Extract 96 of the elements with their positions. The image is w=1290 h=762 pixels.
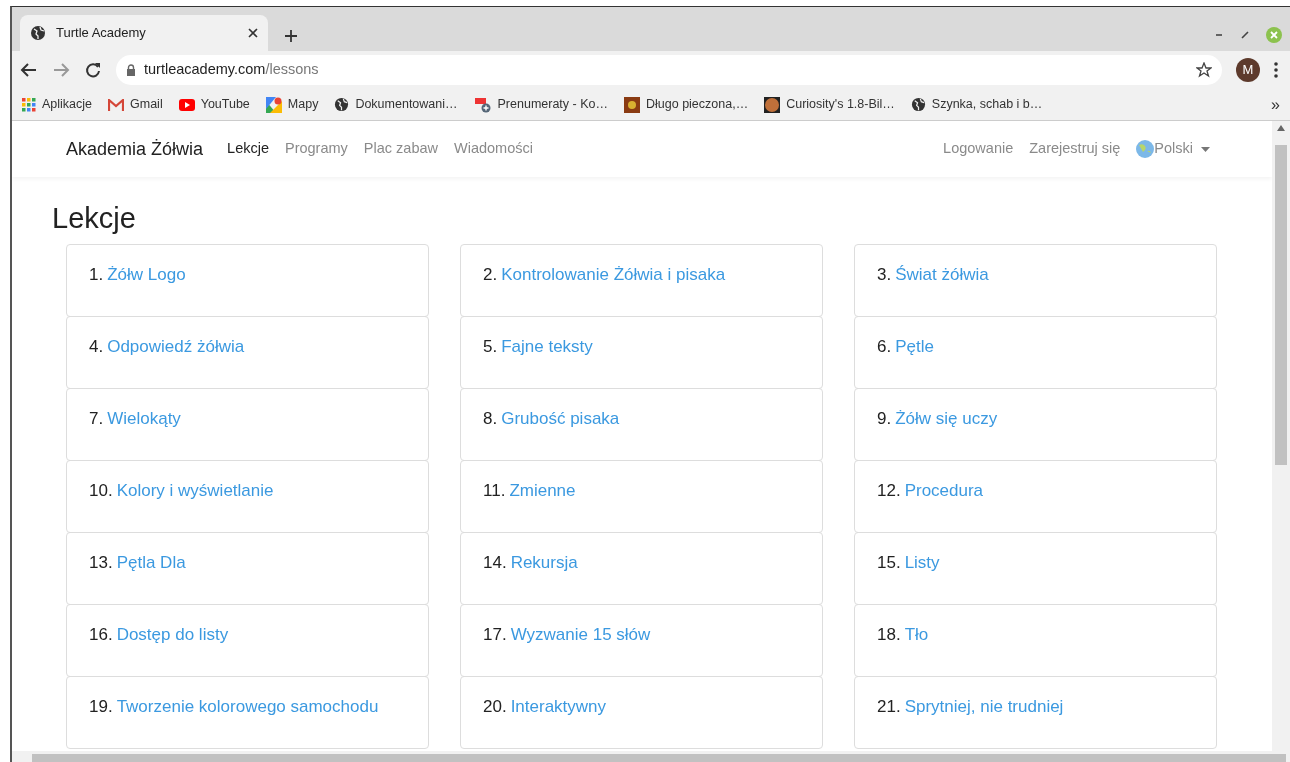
bookmark-link[interactable]: Gmail [108, 95, 163, 114]
bookmark-link[interactable]: Dokumentowani… [334, 95, 458, 114]
bookmark-label: Prenumeraty - Ko… [497, 96, 608, 114]
new-tab-icon[interactable] [284, 29, 298, 43]
lesson-link[interactable]: Interaktywny [510, 692, 607, 722]
bookmark-label: Szynka, schab i b… [931, 96, 1043, 114]
lesson-number: 9. [877, 407, 892, 430]
lesson-link[interactable]: Procedura [904, 476, 984, 506]
lesson-link[interactable]: Świat żółwia [895, 260, 989, 290]
browser-tab[interactable]: Turtle Academy [20, 15, 268, 51]
lesson-number: 21. [877, 695, 901, 718]
planet-icon [764, 96, 781, 113]
site-brand[interactable]: Akademia Żółwia [66, 135, 204, 163]
lesson-number: 7. [89, 407, 104, 430]
address-field[interactable]: turtleacademy.com/lessons [116, 55, 1222, 85]
vertical-scrollbar[interactable] [1272, 121, 1290, 751]
bookmark-link[interactable]: Mapy [265, 95, 319, 114]
bookmark-link[interactable]: Curiosity's 1.8-Bil… [764, 95, 895, 114]
nav-link[interactable]: Lekcje [227, 138, 269, 160]
feed-icon [473, 96, 492, 113]
bookmark-label: Dokumentowani… [355, 96, 458, 114]
reload-icon[interactable] [84, 61, 102, 79]
scroll-up-icon[interactable] [1277, 125, 1285, 131]
lesson-link[interactable]: Sprytniej, nie trudniej [904, 692, 1064, 722]
lesson-number: 11. [483, 479, 506, 502]
globe-icon [334, 97, 350, 112]
lesson-number: 12. [877, 479, 901, 502]
lesson-number: 10. [89, 479, 113, 502]
lesson-link[interactable]: Listy [904, 548, 940, 578]
menu-icon[interactable] [1274, 62, 1278, 78]
bookmark-link[interactable]: Długo pieczona,… [624, 95, 749, 114]
map-pin-icon [265, 96, 282, 113]
bookmark-link[interactable]: YouTube [178, 95, 250, 114]
bookmark-label: Długo pieczona,… [646, 96, 749, 114]
lesson-number: 19. [89, 695, 113, 718]
bookmark-label: YouTube [200, 96, 250, 114]
lesson-number: 15. [877, 551, 901, 574]
lesson-link[interactable]: Odpowiedź żółwia [107, 332, 245, 362]
lesson-link[interactable]: Kolory i wyświetlanie [116, 476, 274, 506]
lesson-number: 3. [877, 263, 892, 286]
more-bookmarks-button[interactable]: » [1271, 92, 1280, 117]
lesson-number: 20. [483, 695, 507, 718]
lesson-link[interactable]: Fajne teksty [501, 332, 593, 362]
page-heading: Lekcje [52, 201, 137, 236]
language-dropdown[interactable]: Polski [1136, 138, 1210, 160]
nav-link[interactable]: Plac zabaw [363, 138, 438, 160]
lesson-number: 18. [877, 623, 901, 646]
star-icon[interactable] [1196, 62, 1212, 78]
lesson-number: 13. [89, 551, 113, 574]
lesson-link[interactable]: Zmienne [509, 476, 576, 506]
globe-icon [1136, 140, 1155, 158]
thumbnail-icon [624, 96, 640, 113]
globe-icon [30, 25, 46, 41]
lesson-link[interactable]: Żółw się uczy [895, 404, 998, 434]
bookmark-label: Mapy [287, 96, 319, 114]
bookmark-link[interactable]: Prenumeraty - Ko… [473, 95, 608, 114]
lesson-number: 5. [483, 335, 498, 358]
bookmark-label: Curiosity's 1.8-Bil… [786, 96, 895, 114]
lesson-link[interactable]: Dostęp do listy [116, 620, 229, 650]
bookmark-link[interactable]: Aplikacje [22, 95, 93, 114]
lock-icon [126, 64, 136, 76]
bookmark-link[interactable]: Szynka, schab i b… [910, 95, 1043, 114]
lesson-number: 17. [483, 623, 507, 646]
profile-avatar[interactable]: M [1236, 58, 1260, 82]
lesson-link[interactable]: Wyzwanie 15 słów [510, 620, 651, 650]
lesson-number: 2. [483, 263, 498, 286]
lesson-number: 1. [89, 263, 104, 286]
lesson-number: 4. [89, 335, 104, 358]
lesson-number: 6. [877, 335, 892, 358]
lesson-link[interactable]: Pętla Dla [116, 548, 186, 578]
apps-grid-icon [22, 97, 36, 112]
back-icon[interactable] [20, 61, 38, 79]
lesson-link[interactable]: Wielokąty [107, 404, 181, 434]
lesson-number: 14. [483, 551, 507, 574]
video-play-icon [178, 98, 195, 111]
nav-link[interactable]: Wiadomości [454, 138, 533, 160]
globe-icon [910, 97, 926, 112]
nav-link[interactable]: Logowanie [943, 138, 1014, 160]
lesson-link[interactable]: Pętle [895, 332, 934, 362]
nav-link[interactable]: Zarejestruj się [1029, 138, 1121, 160]
tab-title: Turtle Academy [56, 24, 147, 43]
restore-icon[interactable] [1240, 30, 1250, 40]
lesson-link[interactable]: Żółw Logo [107, 260, 186, 290]
lesson-link[interactable]: Kontrolowanie Żółwia i pisaka [501, 260, 726, 290]
bookmark-label: Aplikacje [42, 96, 93, 114]
mail-icon [108, 98, 125, 111]
close-icon[interactable] [248, 28, 258, 38]
nav-link[interactable]: Programy [285, 138, 348, 160]
lesson-link[interactable]: Tło [904, 620, 929, 650]
lesson-number: 16. [89, 623, 113, 646]
bookmark-label: Gmail [130, 96, 163, 114]
lesson-link[interactable]: Tworzenie kolorowego samochodu [116, 692, 379, 722]
caret-icon [1201, 146, 1210, 152]
lesson-link[interactable]: Grubość pisaka [501, 404, 620, 434]
lesson-link[interactable]: Rekursja [510, 548, 578, 578]
lesson-number: 8. [483, 407, 498, 430]
